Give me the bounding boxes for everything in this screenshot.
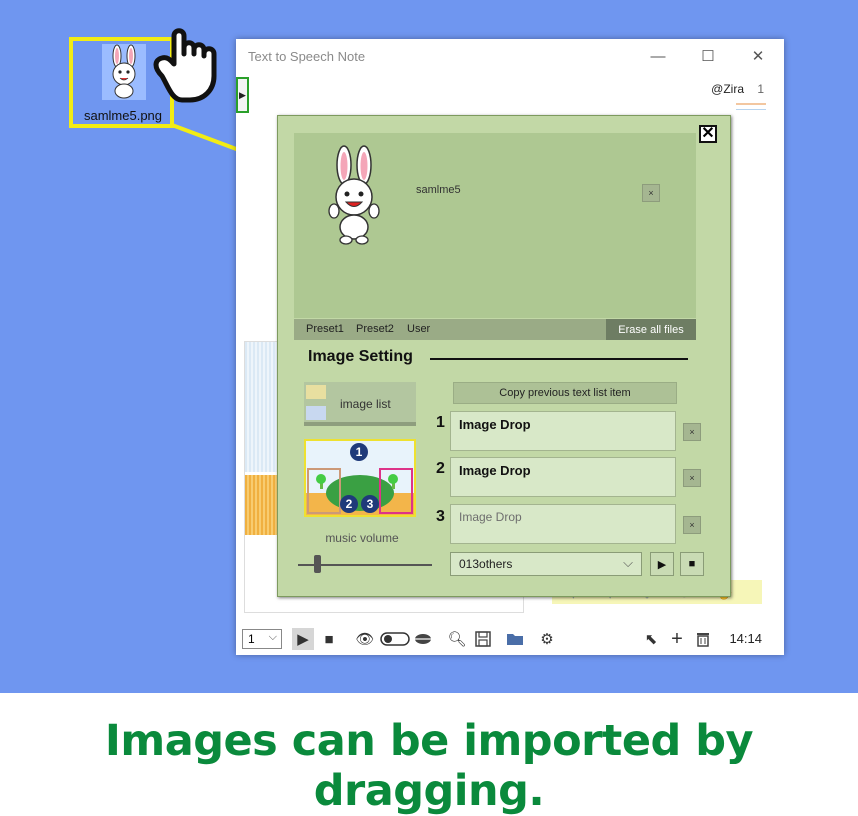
- close-button[interactable]: ✕: [736, 41, 780, 71]
- preset-tabs: Preset1 Preset2 User Erase all files: [294, 319, 696, 340]
- stop-icon[interactable]: ■: [318, 628, 340, 650]
- music-volume-slider[interactable]: [314, 555, 322, 573]
- dialog-close-button[interactable]: ✕: [699, 125, 717, 143]
- slot-number-3: 3: [436, 508, 445, 525]
- scene-badge-2: 2: [340, 495, 358, 513]
- save-icon[interactable]: [472, 628, 494, 650]
- slot-remove-button-2[interactable]: ×: [683, 469, 701, 487]
- music-play-button[interactable]: ▶: [650, 552, 674, 576]
- image-drop-slot-2[interactable]: Image Drop: [450, 457, 676, 497]
- scene-badge-1: 1: [350, 443, 368, 461]
- play-icon[interactable]: ▶: [292, 628, 314, 650]
- voice-underline-secondary: [736, 109, 766, 110]
- waveform-strip: [245, 342, 278, 472]
- image-drop-area[interactable]: samlme5 ×: [294, 133, 696, 318]
- slot-number-1: 1: [436, 414, 445, 431]
- rabbit-image: [324, 145, 384, 245]
- clock-time: 14:14: [729, 631, 762, 646]
- side-panel-toggle[interactable]: ▶: [236, 77, 249, 113]
- toggle-icon[interactable]: [380, 628, 410, 650]
- trash-icon[interactable]: [692, 628, 714, 650]
- folder-icon[interactable]: [504, 628, 526, 650]
- page-select[interactable]: 1: [242, 628, 282, 649]
- minimize-button[interactable]: —: [636, 41, 680, 71]
- erase-all-files-button[interactable]: Erase all files: [606, 319, 696, 340]
- music-stop-button[interactable]: ■: [680, 552, 704, 576]
- voice-underline: [736, 103, 766, 105]
- eye-icon[interactable]: 👁: [354, 628, 376, 650]
- copy-previous-button[interactable]: Copy previous text list item: [453, 382, 677, 404]
- tab-user[interactable]: User: [407, 323, 430, 335]
- section-title: Image Setting: [308, 348, 413, 365]
- slot-remove-button-1[interactable]: ×: [683, 423, 701, 441]
- tab-preset1[interactable]: Preset1: [306, 323, 344, 335]
- scene-preview: 1 2 3: [304, 439, 416, 517]
- scene-badge-3: 3: [361, 495, 379, 513]
- gear-icon[interactable]: ⚙: [536, 628, 558, 650]
- caption-text: Images can be imported by dragging.: [104, 716, 754, 816]
- section-divider: [430, 358, 688, 360]
- lips-icon[interactable]: [412, 628, 434, 650]
- waveform-strip-highlight: [245, 475, 278, 535]
- image-setting-dialog: ✕ samlme5 × Preset1 Preset2 User Erase a…: [277, 115, 731, 597]
- window-title: Text to Speech Note: [248, 49, 366, 64]
- maximize-button[interactable]: ☐: [686, 41, 730, 71]
- undo-icon[interactable]: ⬉: [640, 628, 662, 650]
- slot-number-2: 2: [436, 460, 445, 477]
- image-drop-slot-1[interactable]: Image Drop: [450, 411, 676, 451]
- bottom-toolbar: 1 ▶ ■ 👁 🔍︎ ⚙ ⬉ + 14:14: [236, 623, 784, 655]
- slot-remove-button-3[interactable]: ×: [683, 516, 701, 534]
- image-list-bar: [304, 422, 416, 426]
- image-name: samlme5: [416, 184, 461, 196]
- image-remove-button[interactable]: ×: [642, 184, 660, 202]
- voice-tag[interactable]: @Zira: [711, 82, 744, 96]
- image-list-label: image list: [340, 397, 391, 411]
- search-icon[interactable]: 🔍︎: [446, 628, 468, 650]
- image-drop-slot-3[interactable]: Image Drop: [450, 504, 676, 544]
- thumbnail-1: [306, 385, 326, 399]
- music-select[interactable]: 013others: [450, 552, 642, 576]
- thumbnail-2: [306, 406, 326, 420]
- add-icon[interactable]: +: [666, 628, 688, 650]
- voice-number: 1: [757, 82, 764, 96]
- tab-preset2[interactable]: Preset2: [356, 323, 394, 335]
- music-volume-label: music volume: [325, 531, 399, 545]
